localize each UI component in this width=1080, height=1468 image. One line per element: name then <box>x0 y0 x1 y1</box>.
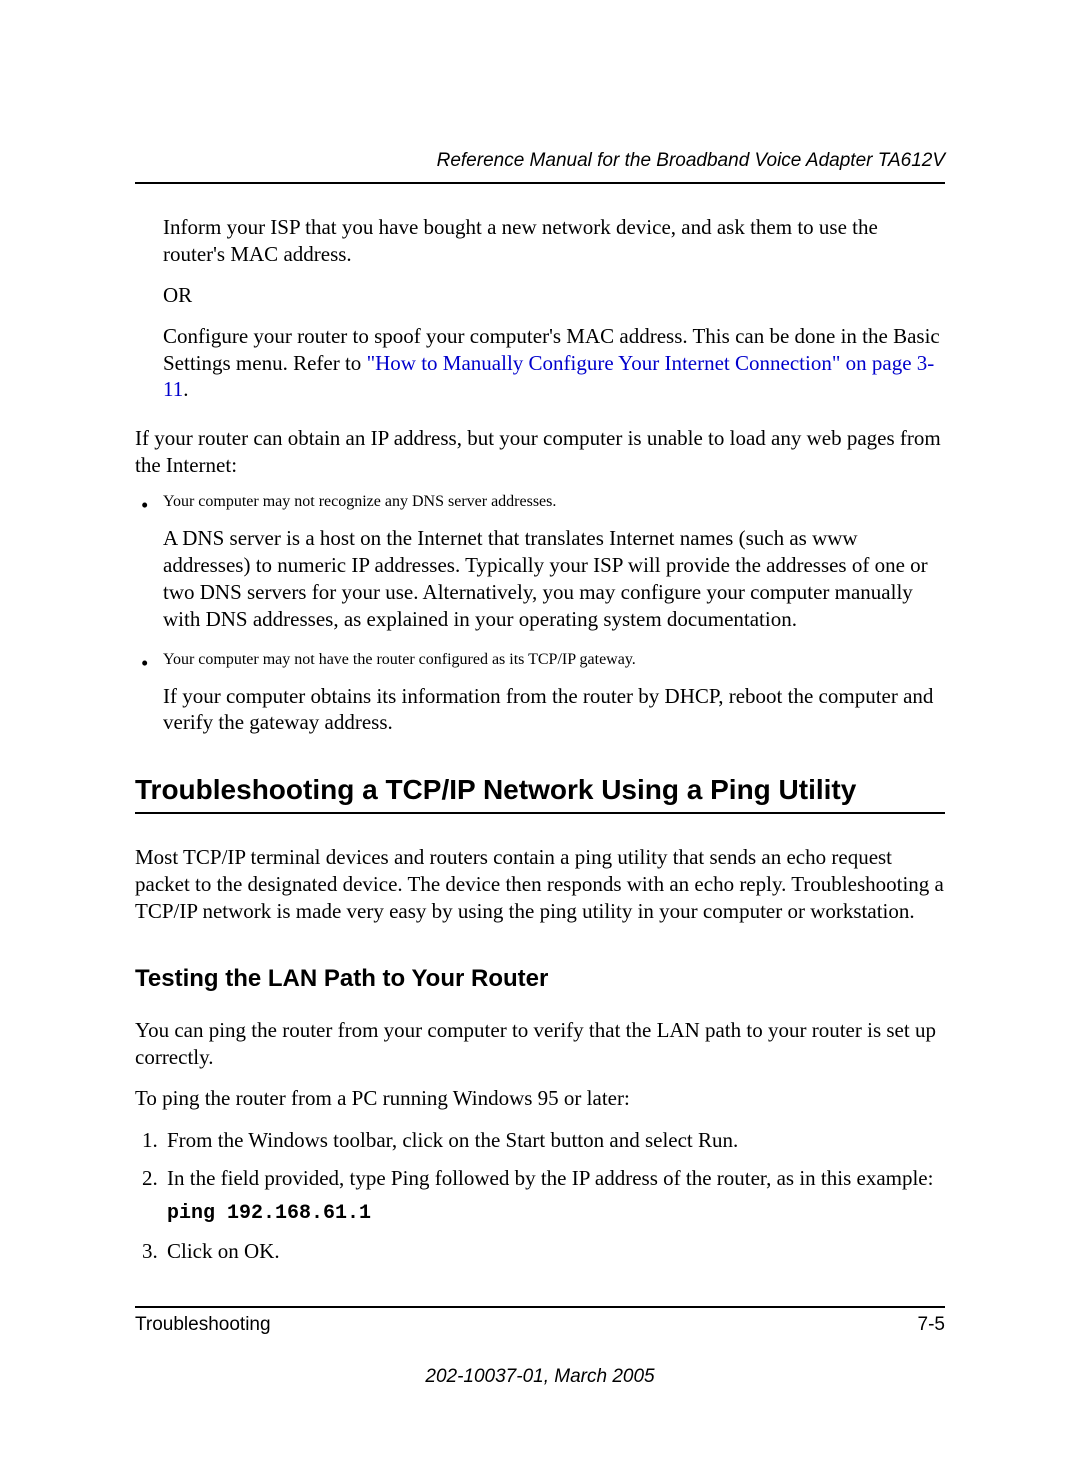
list-text: In the field provided, type Ping followe… <box>167 1166 933 1190</box>
bullet-text: Your computer may not recognize any DNS … <box>163 493 556 510</box>
document-page: Reference Manual for the Broadband Voice… <box>0 0 1080 1468</box>
numbered-list: From the Windows toolbar, click on the S… <box>135 1126 945 1266</box>
code-block: ping 192.168.61.1 <box>167 1200 945 1227</box>
list-item: From the Windows toolbar, click on the S… <box>163 1126 945 1154</box>
indent-block-1: Inform your ISP that you have bought a n… <box>135 214 945 403</box>
bullet-text: Your computer may not have the router co… <box>163 651 636 668</box>
paragraph: To ping the router from a PC running Win… <box>135 1085 945 1112</box>
page-header: Reference Manual for the Broadband Voice… <box>135 150 945 184</box>
or-label: OR <box>163 282 945 309</box>
document-id: 202-10037-01, March 2005 <box>135 1366 945 1388</box>
paragraph: You can ping the router from your comput… <box>135 1017 945 1071</box>
paragraph: Most TCP/IP terminal devices and routers… <box>135 844 945 925</box>
section-heading: Troubleshooting a TCP/IP Network Using a… <box>135 774 945 814</box>
bullet-item: Your computer may not recognize any DNS … <box>135 493 945 511</box>
bullet-item: Your computer may not have the router co… <box>135 651 945 669</box>
paragraph: If your router can obtain an IP address,… <box>135 425 945 479</box>
list-item: In the field provided, type Ping followe… <box>163 1164 945 1227</box>
subsection-heading: Testing the LAN Path to Your Router <box>135 965 945 993</box>
footer-chapter: Troubleshooting <box>135 1314 271 1336</box>
bullet-detail: A DNS server is a host on the Internet t… <box>135 525 945 633</box>
list-item: Click on OK. <box>163 1237 945 1265</box>
text: . <box>183 377 188 401</box>
bullet-detail: If your computer obtains its information… <box>135 683 945 737</box>
page-footer: Troubleshooting 7-5 <box>135 1306 945 1336</box>
paragraph: Inform your ISP that you have bought a n… <box>163 214 945 268</box>
footer-page-number: 7-5 <box>918 1314 945 1336</box>
paragraph: Configure your router to spoof your comp… <box>163 323 945 404</box>
